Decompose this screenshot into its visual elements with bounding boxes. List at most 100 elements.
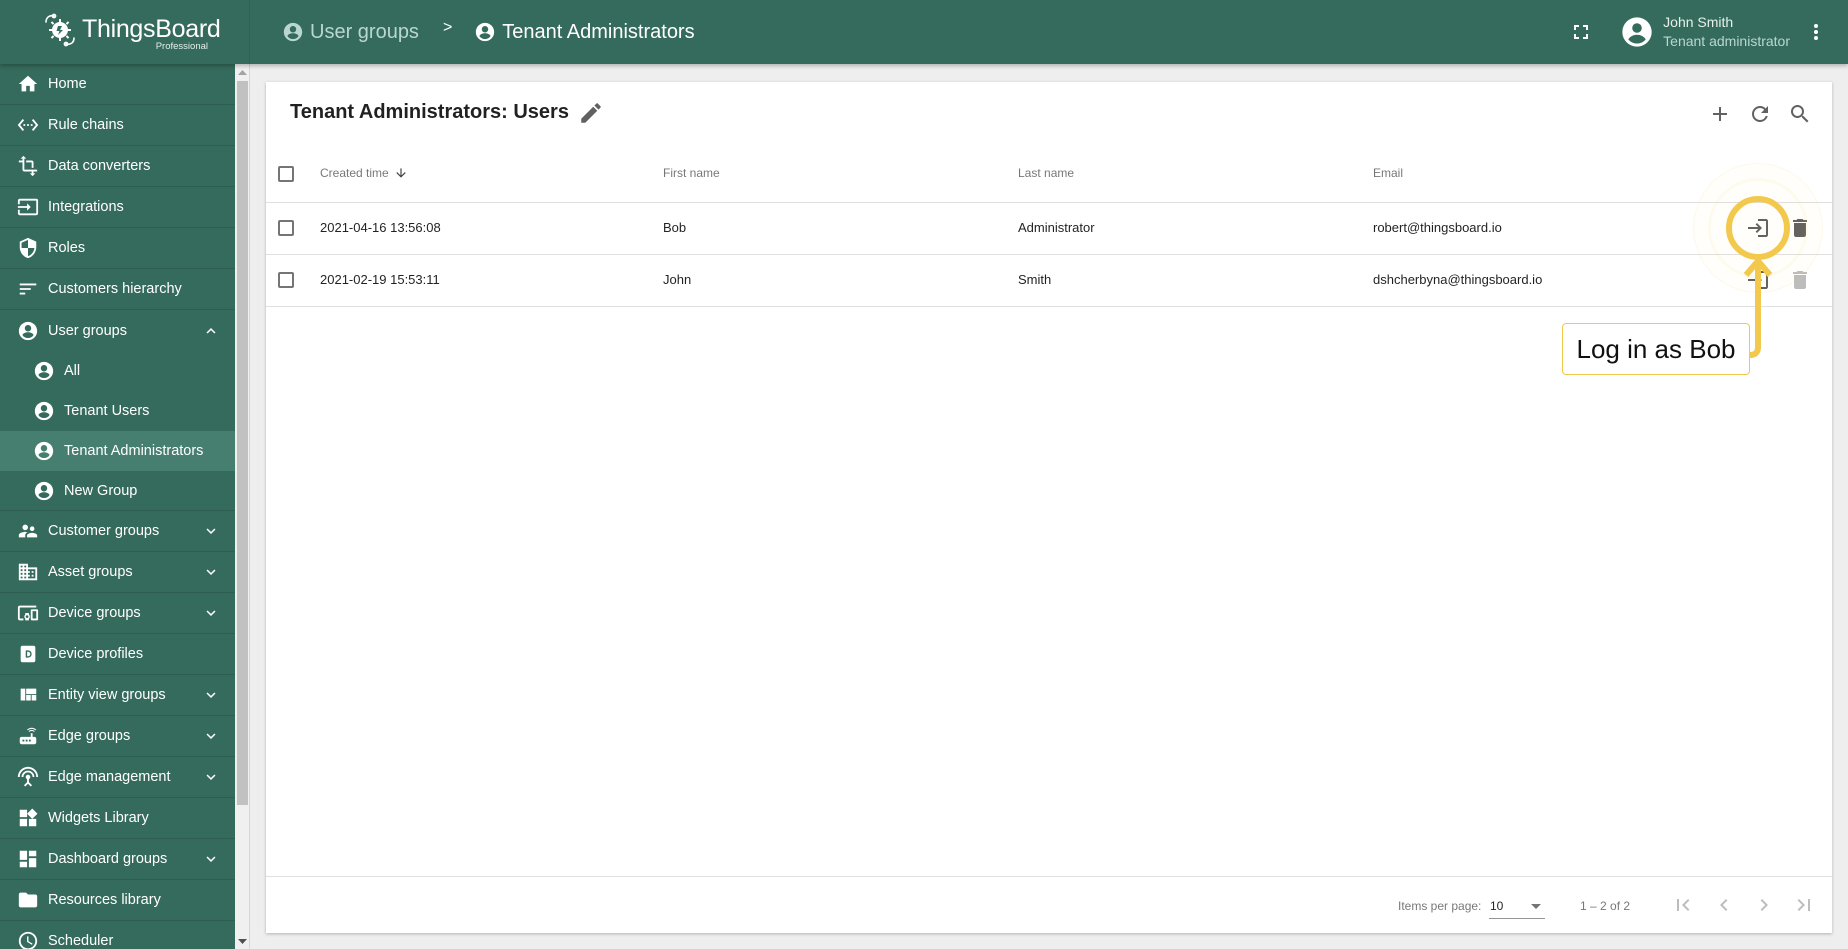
- sidebar-item-edge-groups[interactable]: Edge groups: [0, 716, 235, 757]
- delete-icon: [1793, 271, 1807, 289]
- last-page-icon[interactable]: [1792, 893, 1816, 917]
- domain-icon: [18, 563, 38, 581]
- sidebar-item-tenant-users[interactable]: Tenant Users: [0, 391, 235, 431]
- dashboard-icon: [19, 850, 37, 868]
- login-as-user-icon[interactable]: [1746, 216, 1770, 240]
- users-table-card: Tenant Administrators: Users Created tim…: [266, 82, 1832, 933]
- scrollbar-thumb[interactable]: [237, 81, 248, 805]
- select-all-checkbox[interactable]: [278, 166, 294, 182]
- user-info[interactable]: John Smith Tenant administrator: [1663, 13, 1790, 51]
- row-checkbox[interactable]: [278, 272, 294, 288]
- chevron-up-icon[interactable]: [202, 322, 220, 340]
- row-checkbox[interactable]: [278, 220, 294, 236]
- cell-first-name: Bob: [663, 220, 687, 235]
- logo[interactable]: ThingsBoard Professional: [0, 0, 250, 64]
- sidebar-item-label: Tenant Administrators: [64, 443, 204, 459]
- account-circle-icon: [476, 22, 495, 42]
- sidebar-item-new-group[interactable]: New Group: [0, 471, 235, 511]
- security-icon: [19, 237, 37, 259]
- sidebar-item-data-converters[interactable]: Data converters: [0, 146, 235, 187]
- cell-email: dshcherbyna@thingsboard.io: [1373, 272, 1543, 287]
- sidebar-item-rule-chains[interactable]: Rule chains: [0, 105, 235, 146]
- previous-page-icon[interactable]: [1712, 893, 1736, 917]
- column-header-last-name[interactable]: Last name: [1018, 166, 1074, 180]
- sidebar-item-label: User groups: [48, 322, 127, 339]
- sidebar-item-label: Device profiles: [48, 646, 144, 662]
- login-as-user-icon[interactable]: [1746, 268, 1770, 292]
- sidebar-item-device-profiles[interactable]: Device profiles: [0, 634, 235, 675]
- sidebar-item-customers-hierarchy[interactable]: Customers hierarchy: [0, 269, 235, 310]
- fullscreen-icon[interactable]: [1569, 20, 1593, 44]
- sidebar-item-label: Device groups: [48, 605, 141, 621]
- cell-last-name: Smith: [1018, 272, 1052, 287]
- user-area: John Smith Tenant administrator: [1569, 0, 1848, 64]
- items-per-page-value: 10: [1490, 899, 1504, 913]
- delete-icon[interactable]: [1788, 216, 1812, 240]
- first-page-icon[interactable]: [1671, 893, 1695, 917]
- scroll-down-arrow-icon[interactable]: [235, 933, 250, 949]
- sidebar-item-label: Widgets Library: [48, 810, 149, 826]
- supervisor-account-icon: [18, 524, 38, 538]
- sidebar-item-widgets-library[interactable]: Widgets Library: [0, 798, 235, 839]
- items-per-page-select[interactable]: 10: [1489, 891, 1545, 919]
- sidebar: Home Rule chains Data converters Integra…: [0, 64, 235, 949]
- table-row[interactable]: 2021-04-16 13:56:08 Bob Administrator ro…: [266, 203, 1832, 255]
- chevron-down-icon[interactable]: [202, 850, 220, 868]
- sidebar-item-tenant-administrators[interactable]: Tenant Administrators: [0, 431, 235, 471]
- callout-tooltip: Log in as Bob: [1562, 323, 1750, 375]
- column-header-email[interactable]: Email: [1373, 166, 1403, 180]
- avatar[interactable]: [1621, 16, 1653, 48]
- sidebar-item-label: Edge groups: [48, 728, 131, 744]
- column-header-first-name[interactable]: First name: [663, 166, 720, 180]
- chevron-down-icon[interactable]: [202, 727, 220, 745]
- sidebar-item-label: Data converters: [48, 158, 151, 174]
- sidebar-scrollbar[interactable]: [235, 64, 250, 949]
- sidebar-item-user-groups[interactable]: User groups: [0, 310, 235, 351]
- chevron-down-icon[interactable]: [202, 768, 220, 786]
- sidebar-item-edge-management[interactable]: Edge management: [0, 757, 235, 798]
- page-range-label: 1 – 2 of 2: [1580, 899, 1631, 913]
- home-icon: [18, 75, 38, 92]
- schedule-icon: [18, 931, 38, 949]
- refresh-button[interactable]: [1740, 99, 1780, 129]
- account-circle-icon: [34, 361, 54, 381]
- dropdown-arrow-icon: [1531, 904, 1541, 909]
- breadcrumb-label: User groups: [310, 20, 419, 43]
- devices-other-icon: [17, 605, 39, 621]
- page-title: Tenant Administrators: Users: [290, 101, 569, 123]
- chevron-down-icon[interactable]: [202, 563, 220, 581]
- sidebar-item-roles[interactable]: Roles: [0, 228, 235, 269]
- sidebar-item-home[interactable]: Home: [0, 64, 235, 105]
- sidebar-item-label: Entity view groups: [48, 687, 166, 703]
- sidebar-item-resources-library[interactable]: Resources library: [0, 880, 235, 921]
- input-icon: [17, 198, 39, 216]
- sidebar-item-asset-groups[interactable]: Asset groups: [0, 552, 235, 593]
- scroll-up-arrow-icon[interactable]: [235, 64, 250, 80]
- sidebar-item-entity-view-groups[interactable]: Entity view groups: [0, 675, 235, 716]
- more-vert-icon[interactable]: [1804, 20, 1828, 44]
- add-user-button[interactable]: [1700, 99, 1740, 129]
- column-header-created-time[interactable]: Created time: [320, 166, 408, 180]
- sidebar-item-integrations[interactable]: Integrations: [0, 187, 235, 228]
- sidebar-item-device-groups[interactable]: Device groups: [0, 593, 235, 634]
- chevron-down-icon[interactable]: [202, 522, 220, 540]
- next-page-icon[interactable]: [1752, 893, 1776, 917]
- sidebar-item-label: New Group: [64, 482, 138, 499]
- table-row[interactable]: 2021-02-19 15:53:11 John Smith dshcherby…: [266, 255, 1832, 307]
- chevron-down-icon[interactable]: [202, 604, 220, 622]
- sidebar-item-all[interactable]: All: [0, 351, 235, 391]
- table-header: Created time First name Last name Email: [266, 146, 1832, 203]
- breadcrumb-user-groups[interactable]: User groups: [282, 21, 419, 44]
- breadcrumb-tenant-administrators: Tenant Administrators: [474, 21, 695, 44]
- sidebar-item-label: Home: [48, 76, 87, 92]
- sidebar-item-dashboard-groups[interactable]: Dashboard groups: [0, 839, 235, 880]
- chevron-down-icon[interactable]: [202, 686, 220, 704]
- account-circle-icon: [18, 321, 38, 340]
- view-quilt-icon: [20, 688, 37, 701]
- sidebar-item-scheduler[interactable]: Scheduler: [0, 921, 235, 949]
- sidebar-item-label: Integrations: [48, 199, 124, 215]
- search-button[interactable]: [1780, 99, 1820, 129]
- sidebar-item-customer-groups[interactable]: Customer groups: [0, 511, 235, 552]
- cell-created-time: 2021-04-16 13:56:08: [320, 220, 441, 235]
- edit-icon[interactable]: [578, 100, 604, 126]
